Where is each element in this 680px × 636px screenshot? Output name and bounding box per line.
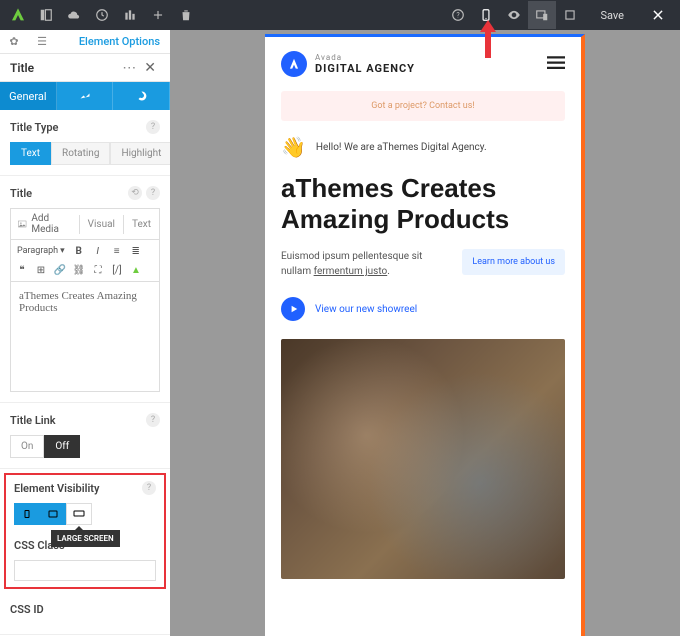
svg-text:?: ? bbox=[457, 11, 461, 19]
help-icon[interactable]: ? bbox=[146, 413, 160, 427]
more-options-icon[interactable]: ⋯ bbox=[118, 60, 140, 76]
wave-emoji-icon: 👋 bbox=[281, 135, 306, 159]
close-button[interactable] bbox=[640, 0, 676, 30]
help-icon[interactable]: ? bbox=[142, 481, 156, 495]
preview-subtext: Euismod ipsum pellentesque sit nullam fe… bbox=[281, 249, 450, 279]
learn-more-button[interactable]: Learn more about us bbox=[462, 249, 565, 275]
title-content-editor[interactable]: aThemes Creates Amazing Products bbox=[10, 282, 160, 392]
list-ul-icon[interactable]: ≡ bbox=[108, 242, 126, 260]
contact-banner[interactable]: Got a project? Contact us! bbox=[281, 91, 565, 121]
top-toolbar: ? Save bbox=[0, 0, 680, 30]
avada-icon[interactable]: ▲ bbox=[127, 261, 145, 279]
css-class-input[interactable] bbox=[14, 560, 156, 581]
bold-icon[interactable]: B bbox=[70, 242, 88, 260]
add-media-button[interactable]: Add Media bbox=[11, 209, 79, 239]
settings-tabs: General bbox=[0, 82, 170, 110]
hello-text: Hello! We are aThemes Digital Agency. bbox=[316, 142, 487, 153]
title-type-highlight[interactable]: Highlight bbox=[110, 142, 170, 165]
editor-tab-visual[interactable]: Visual bbox=[79, 215, 123, 234]
css-id-label: CSS ID bbox=[10, 603, 160, 616]
visibility-small[interactable] bbox=[14, 503, 40, 525]
help-icon[interactable]: ⟲ bbox=[128, 186, 142, 200]
settings-gear-icon[interactable]: ✿ bbox=[0, 30, 28, 54]
avada-logo-icon[interactable] bbox=[4, 1, 32, 29]
mobile-preview-icon[interactable] bbox=[472, 1, 500, 29]
fullscreen-icon[interactable]: ⛶ bbox=[89, 261, 107, 279]
title-type-text[interactable]: Text bbox=[10, 142, 51, 165]
tab-general[interactable]: General bbox=[0, 82, 57, 110]
hamburger-menu-icon[interactable] bbox=[547, 55, 565, 74]
tab-extras[interactable] bbox=[113, 82, 170, 110]
preview-eye-icon[interactable] bbox=[500, 1, 528, 29]
title-type-rotating[interactable]: Rotating bbox=[51, 142, 110, 165]
highlighted-region: Element Visibility? LARGE SCREEN CSS Cla… bbox=[4, 473, 166, 589]
shortcode-icon[interactable]: [/] bbox=[108, 261, 126, 279]
sidebar-toggle-icon[interactable] bbox=[32, 1, 60, 29]
editor-sidebar: ✿ ☰ Element Options Title ⋯ ✕ General Ti… bbox=[0, 30, 170, 636]
unlink-icon[interactable]: ⛓ bbox=[70, 261, 88, 279]
paragraph-dropdown[interactable]: Paragraph ▾ bbox=[13, 242, 69, 260]
brand-large: DIGITAL AGENCY bbox=[315, 62, 547, 75]
title-link-label: Title Link bbox=[10, 414, 146, 427]
expand-icon[interactable] bbox=[556, 1, 584, 29]
preview-canvas: Avada DIGITAL AGENCY Got a project? Cont… bbox=[170, 30, 680, 636]
title-link-off[interactable]: Off bbox=[44, 435, 80, 458]
visibility-tooltip: LARGE SCREEN bbox=[51, 530, 120, 547]
help-icon[interactable]: ? bbox=[146, 120, 160, 134]
element-title: Title bbox=[10, 61, 118, 75]
trash-icon[interactable] bbox=[172, 1, 200, 29]
add-icon[interactable] bbox=[144, 1, 172, 29]
save-button[interactable]: Save bbox=[584, 0, 640, 30]
cloud-icon[interactable] bbox=[60, 1, 88, 29]
history-icon[interactable] bbox=[88, 1, 116, 29]
italic-icon[interactable]: I bbox=[89, 242, 107, 260]
quote-icon[interactable]: ❝ bbox=[13, 261, 31, 279]
showreel-link[interactable]: View our new showreel bbox=[315, 304, 417, 315]
help-icon[interactable]: ? bbox=[444, 1, 472, 29]
element-options-link[interactable]: Element Options bbox=[56, 35, 170, 48]
mobile-preview: Avada DIGITAL AGENCY Got a project? Cont… bbox=[265, 34, 585, 636]
brand-small: Avada bbox=[315, 53, 547, 62]
link-icon[interactable]: 🔗 bbox=[51, 261, 69, 279]
toolbar-toggle-icon[interactable]: ⊞ bbox=[32, 261, 50, 279]
editor-toolbar: Paragraph ▾ B I ≡ ≣ ❝ ⊞ 🔗 ⛓ ⛶ [/] ▲ bbox=[10, 239, 160, 282]
help-icon[interactable]: ? bbox=[146, 186, 160, 200]
list-icon[interactable]: ☰ bbox=[28, 30, 56, 54]
title-type-label: Title Type bbox=[10, 121, 146, 134]
tab-design[interactable] bbox=[57, 82, 114, 110]
visibility-medium[interactable] bbox=[40, 503, 66, 525]
library-icon[interactable] bbox=[116, 1, 144, 29]
list-ol-icon[interactable]: ≣ bbox=[127, 242, 145, 260]
editor-tab-text[interactable]: Text bbox=[123, 215, 159, 234]
visibility-label: Element Visibility bbox=[14, 482, 142, 495]
close-panel-icon[interactable]: ✕ bbox=[140, 60, 160, 76]
title-label: Title bbox=[10, 187, 128, 200]
responsive-icon[interactable] bbox=[528, 1, 556, 29]
play-button-icon[interactable] bbox=[281, 297, 305, 321]
brand-logo-icon bbox=[281, 51, 307, 77]
visibility-large[interactable]: LARGE SCREEN bbox=[66, 503, 92, 525]
preview-headline: aThemes Creates Amazing Products bbox=[265, 173, 581, 249]
hero-image bbox=[281, 339, 565, 579]
title-link-on[interactable]: On bbox=[10, 435, 44, 458]
